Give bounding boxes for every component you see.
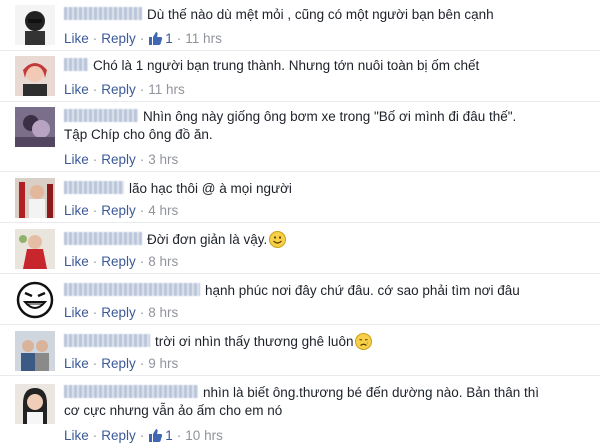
- divider: [0, 222, 600, 223]
- avatar[interactable]: [15, 229, 55, 269]
- reply-link[interactable]: Reply: [101, 203, 136, 218]
- comment-text: Đời đơn giản là vậy.: [147, 232, 268, 247]
- comment-body: trời ơi nhìn thấy thương ghê luôn: [64, 333, 373, 355]
- like-link[interactable]: Like: [64, 152, 89, 167]
- comment-text: Dù thế nào dù mệt mỏi , cũng có một ngườ…: [147, 7, 494, 22]
- comment-actions: Like · Reply · 1 · 10 hrs: [64, 428, 223, 447]
- thumbs-up-icon: [148, 428, 163, 447]
- timestamp[interactable]: 9 hrs: [148, 356, 178, 371]
- like-link[interactable]: Like: [64, 31, 89, 46]
- comment-text: trời ơi nhìn thấy thương ghê luôn: [155, 334, 354, 349]
- avatar[interactable]: [15, 56, 55, 96]
- like-count[interactable]: 1: [148, 31, 173, 46]
- divider: [0, 101, 600, 102]
- avatar[interactable]: [15, 384, 55, 424]
- divider: [0, 50, 600, 51]
- divider: [0, 324, 600, 325]
- blurred-commenter-name[interactable]: [64, 334, 150, 347]
- avatar[interactable]: [15, 5, 55, 45]
- comment-body: lão hạc thôi @ à mọi người: [64, 180, 292, 198]
- avatar[interactable]: [15, 280, 55, 320]
- like-link[interactable]: Like: [64, 254, 89, 269]
- timestamp[interactable]: 8 hrs: [148, 305, 178, 320]
- blurred-commenter-name[interactable]: [64, 283, 200, 296]
- comment-body: Chó là 1 người bạn trung thành. Nhưng tớ…: [64, 57, 479, 75]
- comment-body: Đời đơn giản là vậy.: [64, 231, 287, 253]
- divider: [0, 171, 600, 172]
- divider: [0, 375, 600, 376]
- comment-text-continued: cơ cực nhưng vẫn ảo ấm cho em nó: [64, 403, 283, 418]
- timestamp[interactable]: 11 hrs: [185, 31, 222, 46]
- comment-actions: Like · Reply · 9 hrs: [64, 356, 179, 371]
- reply-link[interactable]: Reply: [101, 82, 136, 97]
- blurred-commenter-name[interactable]: [64, 58, 88, 71]
- comment-actions: Like · Reply · 4 hrs: [64, 203, 179, 218]
- comment-body: Dù thế nào dù mệt mỏi , cũng có một ngườ…: [64, 6, 494, 24]
- comment-text: Nhìn ông này giống ông bơm xe trong "Bố …: [143, 109, 517, 124]
- comment-body: nhìn là biết ông.thương bé đến dường nào…: [64, 384, 539, 402]
- comment-text: lão hạc thôi @ à mọi người: [129, 181, 292, 196]
- timestamp[interactable]: 10 hrs: [185, 428, 223, 443]
- comment-text-continued: Tập Chíp cho ông đồ ăn.: [64, 127, 213, 142]
- timestamp[interactable]: 11 hrs: [148, 82, 185, 97]
- timestamp[interactable]: 4 hrs: [148, 203, 178, 218]
- comment-body: Nhìn ông này giống ông bơm xe trong "Bố …: [64, 108, 516, 126]
- blurred-commenter-name[interactable]: [64, 7, 142, 20]
- reply-link[interactable]: Reply: [101, 305, 136, 320]
- reply-link[interactable]: Reply: [101, 428, 136, 443]
- comment-text: nhìn là biết ông.thương bé đến dường nào…: [203, 385, 540, 400]
- comment-text: hạnh phúc nơi đây chứ đâu. cớ sao phải t…: [205, 283, 520, 298]
- crying-emoji-icon: [355, 333, 373, 355]
- like-link[interactable]: Like: [64, 203, 89, 218]
- comment-body: hạnh phúc nơi đây chứ đâu. cớ sao phải t…: [64, 282, 520, 300]
- blurred-commenter-name[interactable]: [64, 385, 198, 398]
- thumbs-up-icon: [148, 31, 163, 50]
- like-link[interactable]: Like: [64, 82, 89, 97]
- comment-text: Chó là 1 người bạn trung thành. Nhưng tớ…: [93, 58, 480, 73]
- comment-actions: Like · Reply · 8 hrs: [64, 254, 179, 269]
- like-link[interactable]: Like: [64, 356, 89, 371]
- comment-actions: Like · Reply · 1 · 11 hrs: [64, 31, 222, 50]
- timestamp[interactable]: 3 hrs: [148, 152, 178, 167]
- like-link[interactable]: Like: [64, 428, 89, 443]
- reply-link[interactable]: Reply: [101, 254, 136, 269]
- like-link[interactable]: Like: [64, 305, 89, 320]
- smiley-emoji-icon: [269, 231, 287, 253]
- comment-actions: Like · Reply · 3 hrs: [64, 152, 179, 167]
- avatar[interactable]: [15, 331, 55, 371]
- comment-actions: Like · Reply · 8 hrs: [64, 305, 179, 320]
- like-count[interactable]: 1: [148, 428, 173, 443]
- blurred-commenter-name[interactable]: [64, 232, 142, 245]
- divider: [0, 273, 600, 274]
- timestamp[interactable]: 8 hrs: [148, 254, 178, 269]
- comment-actions: Like · Reply · 11 hrs: [64, 82, 185, 97]
- reply-link[interactable]: Reply: [101, 31, 136, 46]
- reply-link[interactable]: Reply: [101, 152, 136, 167]
- avatar[interactable]: [15, 178, 55, 218]
- blurred-commenter-name[interactable]: [64, 181, 124, 194]
- reply-link[interactable]: Reply: [101, 356, 136, 371]
- avatar[interactable]: [15, 107, 55, 147]
- blurred-commenter-name[interactable]: [64, 109, 138, 122]
